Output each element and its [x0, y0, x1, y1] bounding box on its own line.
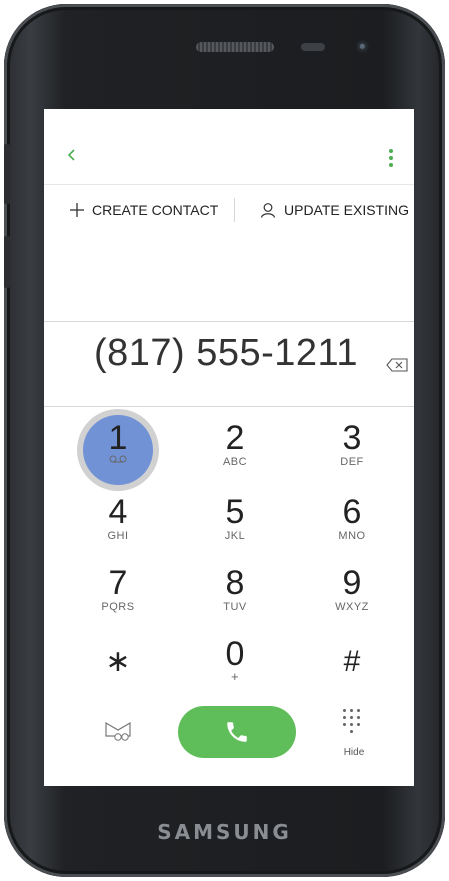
vertical-dots-icon[interactable]	[388, 149, 394, 169]
front-camera	[356, 40, 370, 54]
key-digit: 5	[225, 493, 245, 531]
volume-button	[4, 144, 10, 204]
top-bar	[44, 109, 414, 183]
key-6[interactable]: 6 MNO	[302, 489, 402, 559]
bixby-button	[4, 236, 10, 288]
key-digit: 6	[342, 493, 362, 531]
key-3[interactable]: 3 DEF	[302, 415, 402, 485]
proximity-sensor	[301, 43, 325, 51]
create-contact-button[interactable]: CREATE CONTACT	[70, 185, 218, 235]
key-letters: PQRS	[101, 601, 135, 613]
key-hash[interactable]: #	[302, 631, 402, 701]
divider	[234, 198, 235, 222]
hide-label: Hide	[343, 747, 365, 758]
phone-icon	[227, 722, 247, 742]
hide-keypad-button[interactable]: Hide	[334, 705, 374, 765]
key-8[interactable]: 8 TUV	[185, 560, 285, 630]
video-call-icon[interactable]	[104, 719, 132, 741]
update-existing-button[interactable]: UPDATE EXISTING	[260, 185, 409, 235]
create-contact-label: CREATE CONTACT	[92, 202, 219, 218]
dialed-number: (817) 555-1211	[93, 332, 358, 374]
brand-logo: SAMSUNG	[157, 820, 292, 844]
key-letters: ABC	[222, 456, 248, 468]
key-digit: #	[343, 645, 361, 678]
number-display: (817) 555-1211	[44, 321, 414, 407]
key-digit: 1	[108, 419, 128, 457]
key-letters: DEF	[340, 456, 364, 468]
keypad-grid-icon	[343, 709, 365, 737]
key-letters: GHI	[107, 530, 129, 542]
update-existing-label: UPDATE EXISTING	[284, 202, 409, 218]
key-digit: 8	[225, 564, 245, 602]
key-0[interactable]: 0 +	[185, 631, 285, 701]
chevron-left-icon[interactable]	[66, 149, 78, 161]
call-button[interactable]	[178, 706, 296, 758]
key-9[interactable]: 9 WXYZ	[302, 560, 402, 630]
key-digit: 4	[108, 493, 128, 531]
key-digit: 9	[342, 564, 362, 602]
key-letters: +	[230, 669, 240, 684]
person-icon	[260, 203, 276, 218]
key-letters: JKL	[224, 530, 246, 542]
backspace-icon[interactable]	[386, 358, 408, 372]
key-letters: WXYZ	[335, 601, 369, 613]
key-2[interactable]: 2 ABC	[185, 415, 285, 485]
earpiece-speaker	[196, 42, 274, 52]
key-digit: 0	[225, 635, 245, 673]
key-5[interactable]: 5 JKL	[185, 489, 285, 559]
key-1[interactable]: 1	[68, 415, 168, 485]
dialer-screen: CREATE CONTACT UPDATE EXISTING (817) 555…	[44, 109, 414, 786]
bottom-bar: Hide	[44, 699, 414, 779]
key-letters: TUV	[223, 601, 247, 613]
key-star[interactable]: ∗	[68, 631, 168, 701]
key-digit: ∗	[105, 645, 131, 678]
key-digit: 7	[108, 564, 128, 602]
contact-actions: CREATE CONTACT UPDATE EXISTING	[44, 184, 414, 235]
plus-icon	[70, 203, 84, 217]
key-digit: 3	[342, 419, 362, 457]
key-digit: 2	[225, 419, 245, 457]
key-4[interactable]: 4 GHI	[68, 489, 168, 559]
key-7[interactable]: 7 PQRS	[68, 560, 168, 630]
key-letters: MNO	[338, 530, 366, 542]
